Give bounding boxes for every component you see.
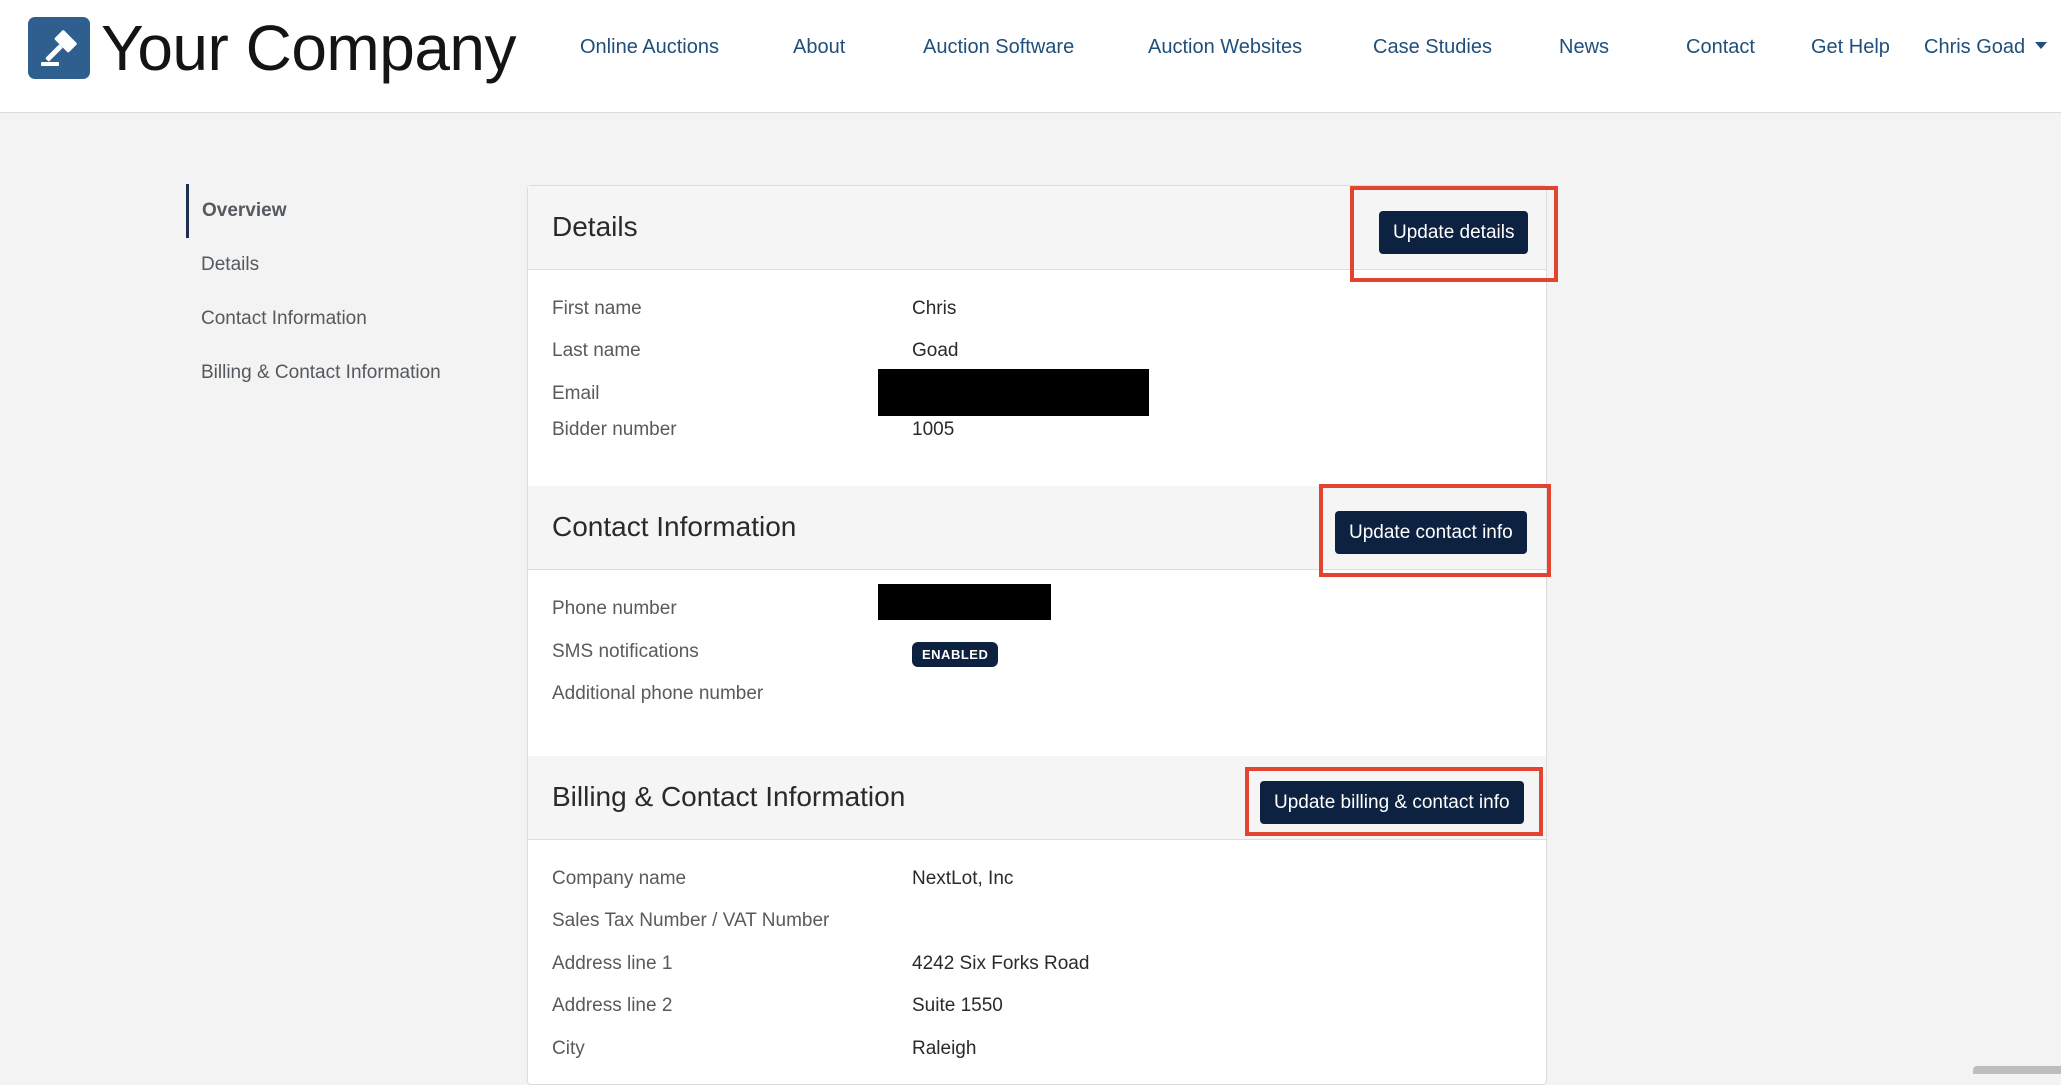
sms-status-badge: ENABLED <box>912 642 999 667</box>
vat-number-label: Sales Tax Number / VAT Number <box>552 910 830 931</box>
contact-row-sms: SMS notifications ENABLED <box>552 641 999 667</box>
detail-row-email: Email <box>552 383 600 405</box>
nav-about[interactable]: About <box>793 36 845 59</box>
billing-row-address-1: Address line 1 4242 Six Forks Road <box>552 953 1089 975</box>
company-logo[interactable]: Your Company <box>28 12 517 84</box>
billing-row-company: Company name NextLot, Inc <box>552 868 1013 890</box>
nav-online-auctions[interactable]: Online Auctions <box>580 36 719 59</box>
nav-contact[interactable]: Contact <box>1686 36 1755 59</box>
highlight-update-billing-info <box>1245 767 1543 836</box>
scrollbar-thumb[interactable] <box>1973 1066 2061 1074</box>
phone-number-label: Phone number <box>552 598 677 619</box>
billing-row-vat: Sales Tax Number / VAT Number <box>552 910 829 932</box>
contact-row-phone: Phone number <box>552 598 677 620</box>
detail-row-first-name: First name Chris <box>552 298 956 320</box>
logo-text: Your Company <box>101 12 517 84</box>
account-overview-card: Details Update details First name Chris … <box>527 185 1547 1085</box>
nav-get-help[interactable]: Get Help <box>1811 36 1890 59</box>
email-label: Email <box>552 383 600 404</box>
account-sidebar: Overview Details Contact Information Bil… <box>186 184 486 400</box>
billing-row-city: City Raleigh <box>552 1038 976 1060</box>
detail-row-bidder-number: Bidder number 1005 <box>552 419 954 441</box>
city-value: Raleigh <box>912 1038 977 1059</box>
sidebar-item-contact-information[interactable]: Contact Information <box>186 292 486 346</box>
details-title: Details <box>552 211 638 242</box>
nav-case-studies[interactable]: Case Studies <box>1373 36 1492 59</box>
sidebar-item-billing-contact-information[interactable]: Billing & Contact Information <box>186 346 486 400</box>
company-name-value: NextLot, Inc <box>912 868 1014 889</box>
sidebar-item-overview[interactable]: Overview <box>186 184 486 238</box>
detail-row-last-name: Last name Goad <box>552 340 958 362</box>
billing-title: Billing & Contact Information <box>552 781 906 812</box>
nav-news[interactable]: News <box>1559 36 1609 59</box>
user-menu-label: Chris Goad <box>1924 36 2026 58</box>
billing-row-address-2: Address line 2 Suite 1550 <box>552 995 1003 1017</box>
last-name-label: Last name <box>552 340 641 361</box>
email-redacted <box>878 369 1149 416</box>
address-line-2-label: Address line 2 <box>552 995 673 1016</box>
address-line-2-value: Suite 1550 <box>912 995 1003 1016</box>
top-navbar: Your Company Online Auctions About Aucti… <box>0 0 2061 113</box>
sidebar-item-details[interactable]: Details <box>186 238 486 292</box>
contact-title: Contact Information <box>552 511 797 542</box>
last-name-value: Goad <box>912 340 959 361</box>
bidder-number-value: 1005 <box>912 419 955 440</box>
first-name-value: Chris <box>912 298 957 319</box>
company-name-label: Company name <box>552 868 687 889</box>
address-line-1-value: 4242 Six Forks Road <box>912 953 1090 974</box>
city-label: City <box>552 1038 585 1059</box>
first-name-label: First name <box>552 298 642 319</box>
address-line-1-label: Address line 1 <box>552 953 673 974</box>
contact-row-additional-phone: Additional phone number <box>552 683 763 705</box>
highlight-update-contact-info <box>1319 484 1551 577</box>
sms-notifications-label: SMS notifications <box>552 641 699 662</box>
bidder-number-label: Bidder number <box>552 419 677 440</box>
user-menu[interactable]: Chris Goad <box>1924 36 2048 59</box>
phone-redacted <box>878 584 1051 620</box>
nav-auction-software[interactable]: Auction Software <box>923 36 1074 59</box>
highlight-update-details <box>1350 186 1558 282</box>
nav-auction-websites[interactable]: Auction Websites <box>1148 36 1302 59</box>
additional-phone-label: Additional phone number <box>552 683 764 704</box>
chevron-down-icon <box>2035 42 2048 50</box>
gavel-icon <box>28 17 90 79</box>
